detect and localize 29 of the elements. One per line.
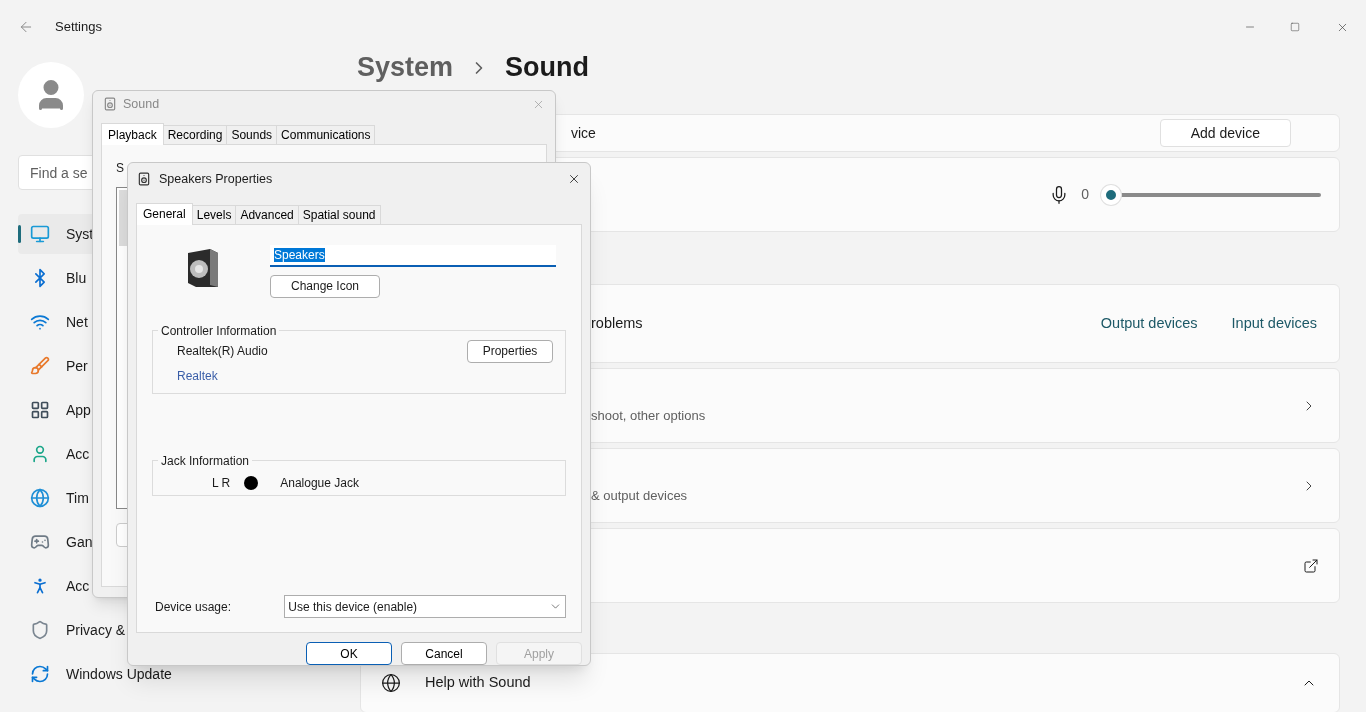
sidebar-label: Privacy &	[66, 620, 126, 640]
sidebar-label: Tim	[66, 488, 89, 508]
card-title: roblems	[591, 313, 643, 333]
sidebar-label: Acc	[66, 576, 90, 596]
channels-label: L R	[212, 474, 231, 492]
card-title: Help with Sound	[425, 673, 531, 693]
sidebar-label: Net	[66, 312, 88, 332]
sidebar-label: Windows Update	[66, 664, 172, 684]
dialog-title: Sound	[123, 95, 160, 113]
card-subtitle: & output devices	[591, 486, 688, 505]
sidebar-label: App	[66, 400, 91, 420]
card-title: vice	[571, 123, 596, 143]
dialog-title: Speakers Properties	[159, 170, 273, 188]
controller-name: Realtek(R) Audio	[177, 343, 268, 361]
group-heading: Controller Information	[160, 322, 278, 340]
sidebar-label: Blu	[66, 268, 87, 288]
card-subtitle: shoot, other options	[591, 406, 706, 425]
group-heading: Jack Information	[160, 452, 251, 470]
selected-text: Speakers	[274, 247, 325, 262]
jack-type: Analogue Jack	[280, 474, 359, 492]
sidebar-label: Gan	[66, 532, 93, 552]
sidebar-label: Per	[66, 356, 88, 376]
sidebar-label: Acc	[66, 444, 90, 464]
device-usage-label: Device usage:	[155, 598, 233, 616]
sidebar-label: Syst	[66, 224, 94, 244]
page-title: Sound	[505, 52, 590, 82]
volume-reading: 0	[1081, 185, 1089, 204]
window-title: Settings	[55, 18, 102, 37]
instruction-text: S	[116, 161, 124, 175]
